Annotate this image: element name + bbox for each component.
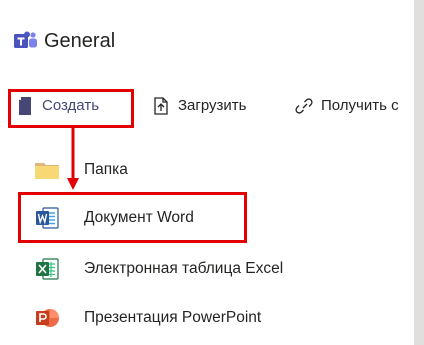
upload-icon: [154, 97, 168, 115]
microsoft-teams-icon: [14, 31, 37, 48]
excel-icon: [36, 258, 59, 280]
upload-button[interactable]: Загрузить: [152, 94, 247, 118]
link-icon: [295, 98, 313, 114]
powerpoint-icon: [36, 309, 59, 327]
create-button-highlight: [8, 89, 134, 128]
channel-title: General: [44, 30, 116, 52]
right-edge: [414, 0, 424, 345]
channel-header: General: [0, 0, 424, 68]
get-link-button[interactable]: Получить с: [295, 94, 399, 118]
menu-item-folder[interactable]: Папка: [34, 155, 128, 185]
menu-item-label: Презентация PowerPoint: [84, 309, 262, 326]
get-link-button-label: Получить с: [321, 97, 399, 114]
menu-item-label: Папка: [84, 161, 128, 178]
upload-button-label: Загрузить: [178, 97, 247, 114]
menu-item-excel[interactable]: Электронная таблица Excel: [34, 254, 283, 284]
word-item-highlight: [18, 192, 247, 243]
folder-icon: [35, 163, 59, 179]
menu-item-label: Электронная таблица Excel: [84, 260, 284, 277]
menu-item-powerpoint[interactable]: Презентация PowerPoint: [34, 303, 261, 333]
